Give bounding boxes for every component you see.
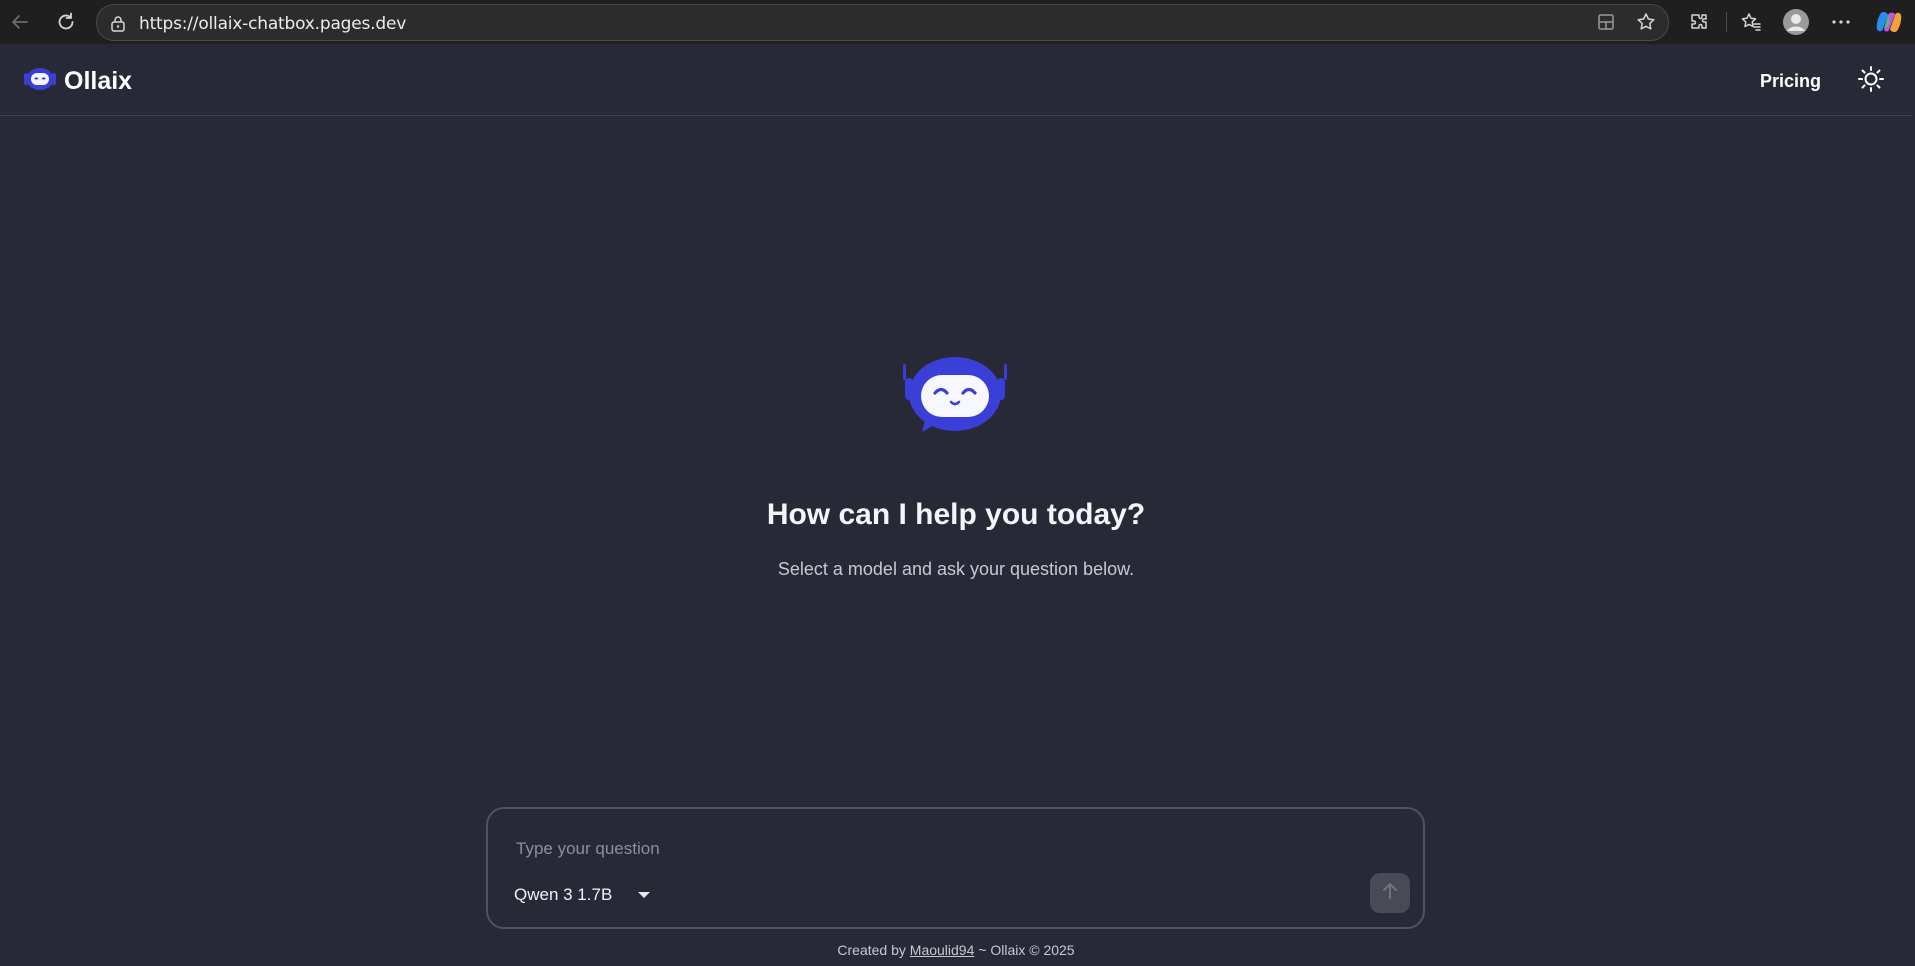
footer-suffix: ~ Ollaix © 2025 (978, 942, 1075, 958)
site-info-icon[interactable] (109, 15, 127, 38)
robot-logo-icon (24, 66, 56, 97)
url-text[interactable]: https://ollaix-chatbox.pages.dev (139, 14, 406, 34)
footer-prefix: Created by (837, 942, 906, 958)
footer: Created by Maoulid94 ~ Ollaix © 2025 (0, 942, 1912, 958)
more-options-icon[interactable] (1825, 6, 1857, 38)
chatbot-mascot-icon (902, 356, 1008, 434)
back-arrow-icon[interactable] (4, 6, 36, 38)
browser-toolbar: https://ollaix-chatbox.pages.dev (0, 0, 1915, 44)
refresh-icon[interactable] (50, 6, 82, 38)
app-available-icon[interactable] (1590, 6, 1622, 38)
favorite-star-icon[interactable] (1630, 6, 1662, 38)
address-bar[interactable]: https://ollaix-chatbox.pages.dev (96, 4, 1669, 41)
caret-down-icon (638, 892, 651, 898)
author-link[interactable]: Maoulid94 (910, 942, 975, 958)
copilot-icon[interactable] (1873, 6, 1905, 38)
brand-link[interactable]: Ollaix (24, 66, 132, 97)
extensions-icon[interactable] (1683, 6, 1715, 38)
hero-title: How can I help you today? (766, 498, 1146, 531)
theme-toggle-button[interactable] (1856, 65, 1886, 98)
arrow-up-icon (1379, 880, 1401, 907)
profile-avatar-icon[interactable] (1780, 6, 1812, 38)
app-header: Ollaix Pricing (0, 48, 1912, 116)
brand-title: Ollaix (64, 67, 133, 95)
send-button[interactable] (1370, 873, 1410, 913)
favorites-icon[interactable] (1735, 6, 1767, 38)
chat-input-card: Qwen 3 1.7B (486, 807, 1425, 929)
model-select-value: Qwen 3 1.7B (514, 885, 613, 904)
toolbar-divider (1726, 12, 1727, 32)
sun-icon (1857, 65, 1885, 98)
hero-subtitle: Select a model and ask your question bel… (777, 559, 1135, 579)
pricing-link[interactable]: Pricing (1760, 71, 1821, 92)
model-select[interactable]: Qwen 3 1.7B (514, 885, 651, 905)
question-input[interactable] (516, 835, 1276, 863)
